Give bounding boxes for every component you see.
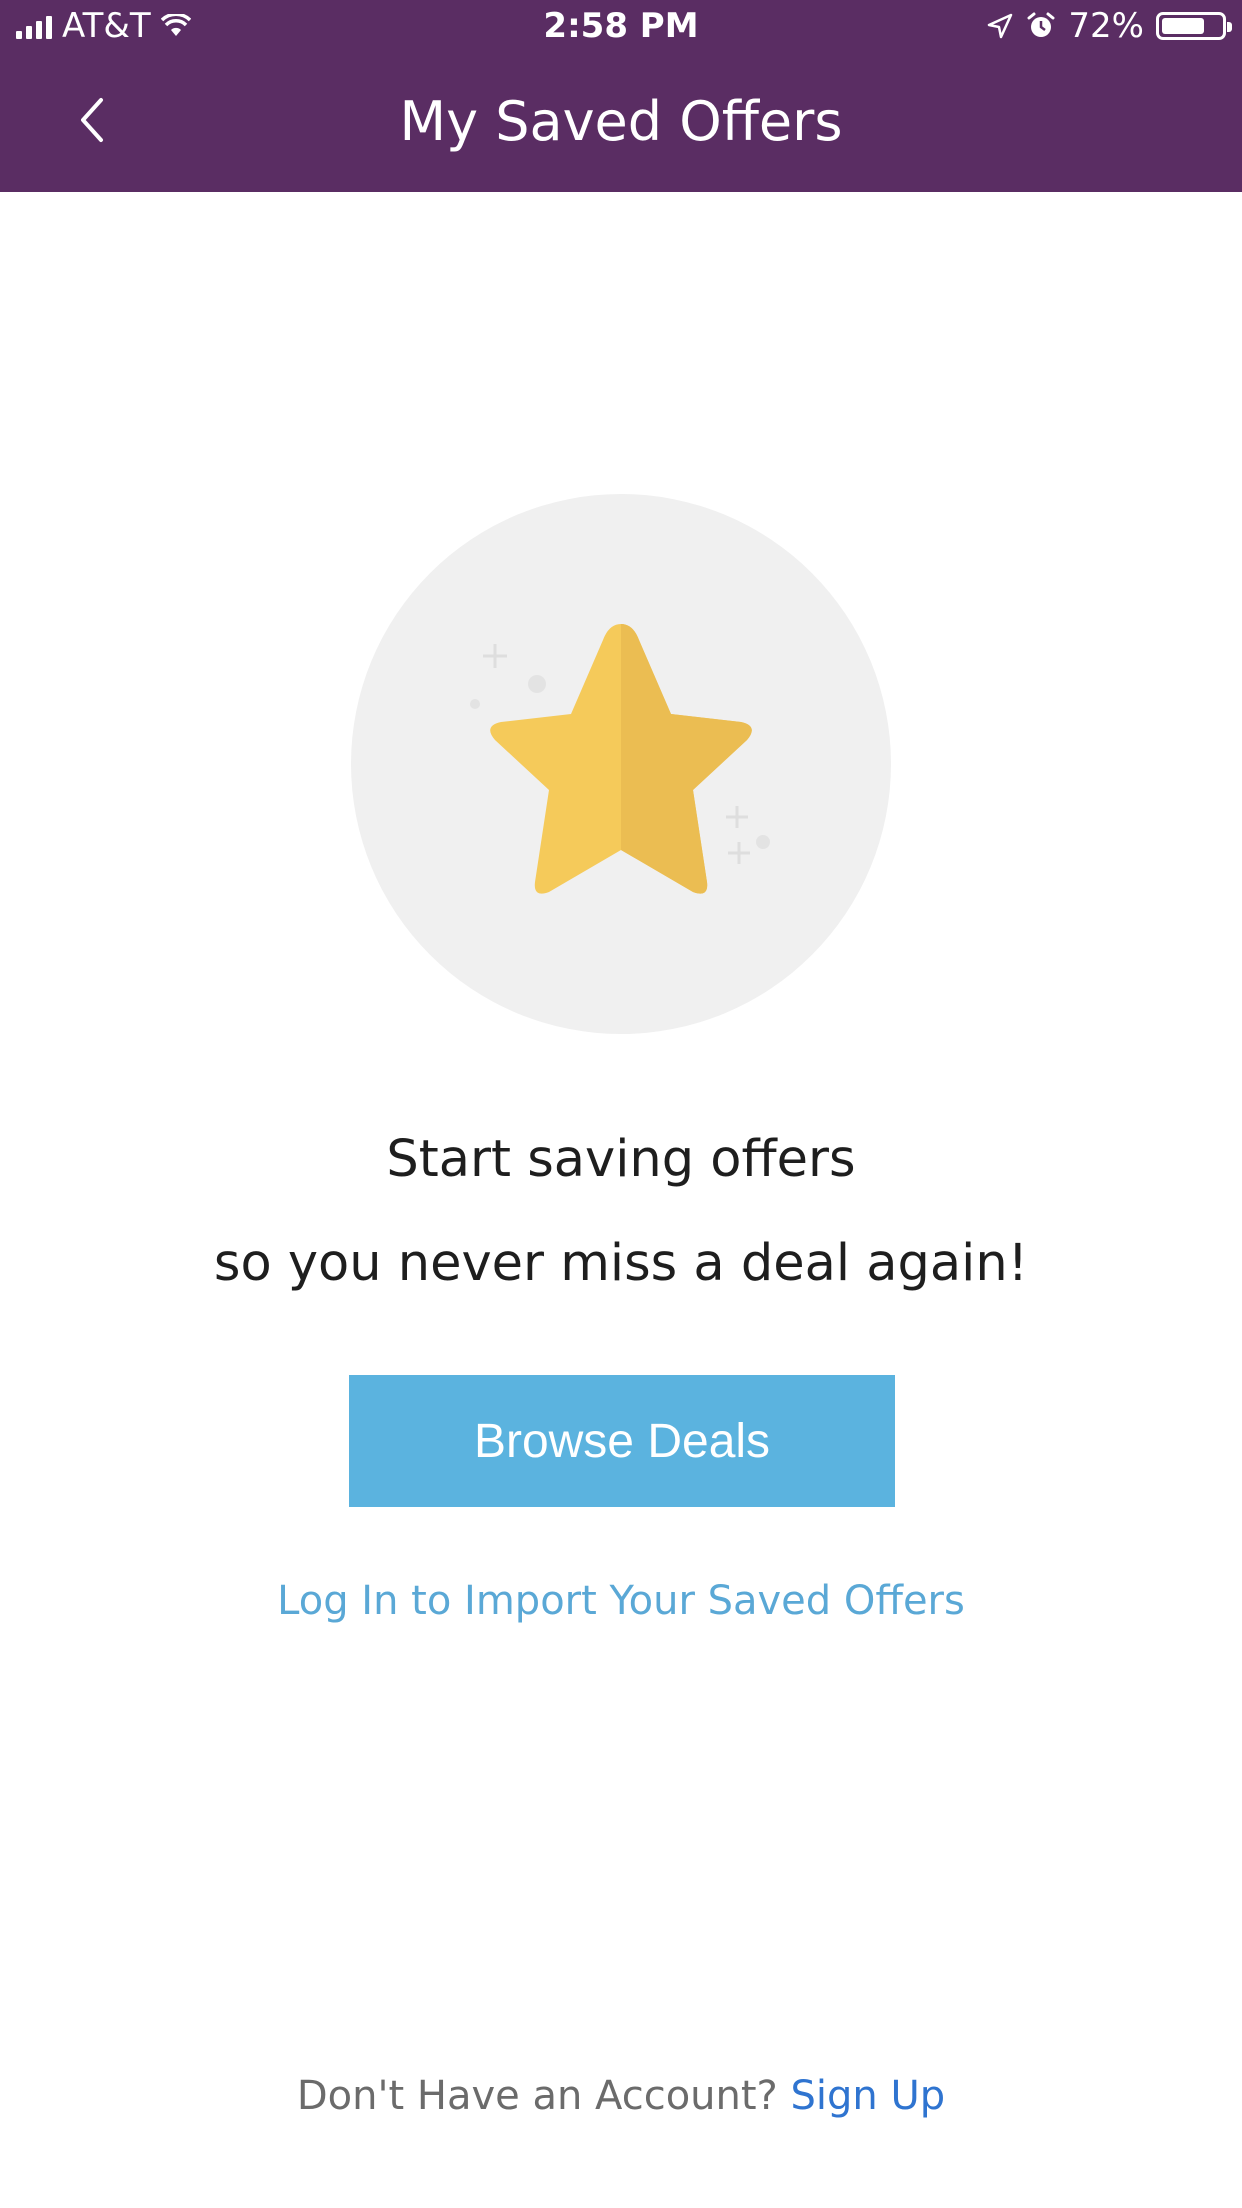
battery-percent: 72% (1068, 6, 1144, 46)
page-title: My Saved Offers (399, 90, 843, 153)
browse-deals-button[interactable]: Browse Deals (349, 1375, 895, 1507)
nav-bar: My Saved Offers (0, 50, 1242, 192)
alarm-icon (1027, 12, 1055, 37)
saved-offers-screen: AT&T 2:58 PM 72% My Saved Offers Start s… (0, 0, 1242, 2208)
battery-fill (1162, 18, 1204, 34)
location-arrow-icon (988, 13, 1013, 39)
login-import-link[interactable]: Log In to Import Your Saved Offers (0, 1578, 1242, 1624)
empty-state-headline: Start saving offers (386, 1130, 856, 1189)
signup-link[interactable]: Sign Up (791, 2073, 946, 2119)
status-bar: AT&T 2:58 PM 72% (0, 0, 1242, 50)
status-right: 72% (986, 6, 1232, 46)
empty-state-subline: so you never miss a deal again! (213, 1234, 1029, 1293)
battery-icon (1156, 12, 1232, 40)
signup-prompt: Don't Have an Account? Sign Up (0, 2073, 1242, 2119)
signup-prompt-text: Don't Have an Account? (296, 2073, 778, 2119)
star-illustration (351, 494, 891, 1034)
